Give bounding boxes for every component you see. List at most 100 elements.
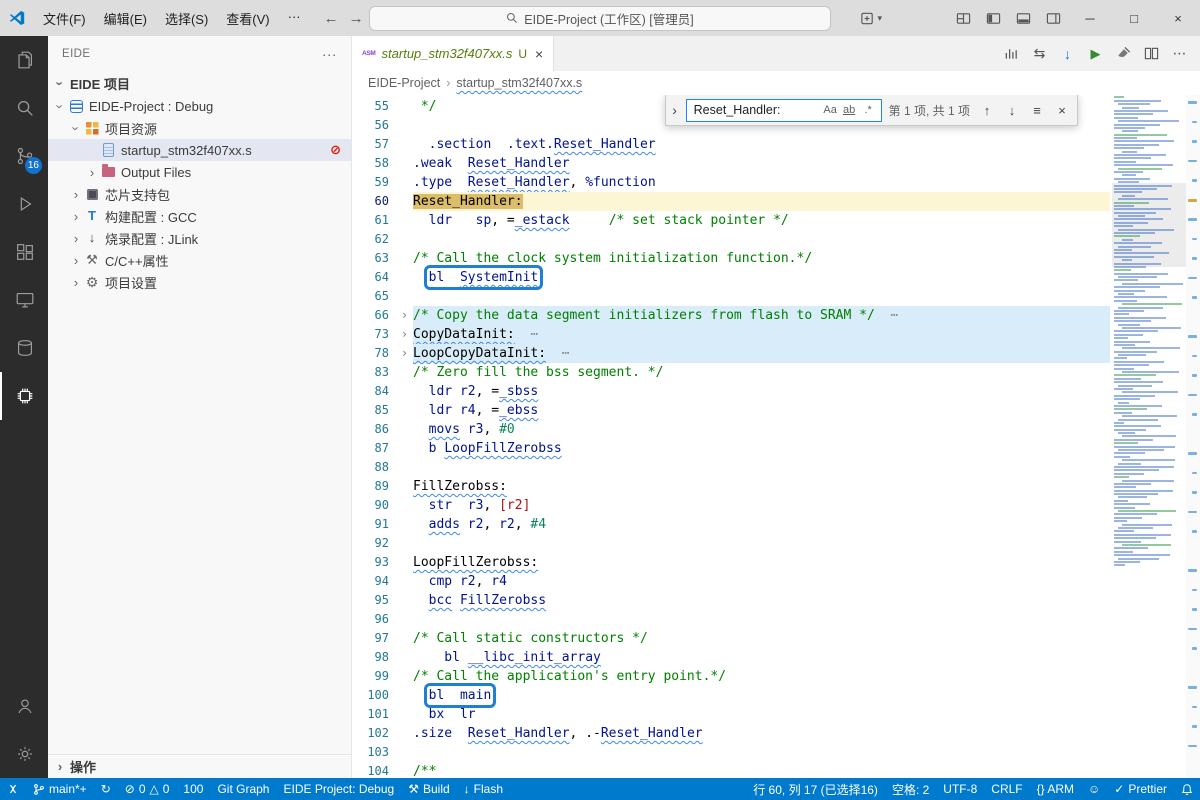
code-line-62[interactable]: 62 [352,230,1110,249]
status-problems[interactable]: ⊘0△0 [118,778,177,800]
status-encoding[interactable]: UTF-8 [936,778,984,800]
code-line-92[interactable]: 92 [352,534,1110,553]
status-cursor-position[interactable]: 行 60, 列 17 (已选择16) [746,778,885,800]
toggle-panel-icon[interactable] [1008,4,1038,32]
code-line-95[interactable]: 95 bcc FillZerobss [352,591,1110,610]
breadcrumb-file[interactable]: startup_stm32f407xx.s [456,76,582,90]
minimize-button[interactable]: ─ [1068,0,1112,36]
code-line-90[interactable]: 90 str r3, [r2] [352,496,1110,515]
find-next-icon[interactable]: ↓ [1002,100,1022,120]
code-line-58[interactable]: 58.weak Reset_Handler [352,154,1110,173]
tree-item--[interactable]: ›芯片支持包 [48,183,351,205]
code-line-100[interactable]: 100 bl main [352,686,1110,705]
code-line-96[interactable]: 96 [352,610,1110,629]
code-line-101[interactable]: 101 bx lr [352,705,1110,724]
status-prettier[interactable]: ✓Prettier [1107,778,1174,800]
status-flash[interactable]: ↓Flash [457,778,510,800]
status-git-graph[interactable]: Git Graph [210,778,276,800]
menu-item-0[interactable]: 文件(F) [34,5,95,32]
status-git-sync[interactable]: ↻ [94,778,118,800]
whole-word-icon[interactable]: ab [841,104,858,116]
flash-download-icon[interactable]: ↓ [1055,41,1080,66]
sidebar-section-actions[interactable]: › 操作 [48,754,351,778]
activitybar-search[interactable] [0,84,48,132]
status-status-100[interactable]: 100 [176,778,210,800]
code-line-78[interactable]: 78›LoopCopyDataInit: ⋯ [352,344,1110,363]
fold-indicator-icon[interactable]: › [396,306,413,325]
toggle-secondary-sidebar-icon[interactable] [1038,4,1068,32]
tree-item--gcc[interactable]: ›T构建配置 : GCC [48,205,351,227]
clean-icon[interactable] [1111,41,1136,66]
tree-item--[interactable]: ›⚙项目设置 [48,271,351,293]
regex-icon[interactable]: .* [860,104,877,116]
code-line-94[interactable]: 94 cmp r2, r4 [352,572,1110,591]
tree-item--[interactable]: ›项目资源 [48,117,351,139]
overview-ruler[interactable] [1186,95,1200,778]
status-notifications[interactable] [1174,778,1200,800]
tab-close-icon[interactable]: × [535,46,543,62]
activitybar-run-debug[interactable] [0,180,48,228]
status-remote[interactable] [0,778,26,800]
code-line-93[interactable]: 93LoopFillZerobss: [352,553,1110,572]
code-line-89[interactable]: 89FillZerobss: [352,477,1110,496]
tree-item-c-c-[interactable]: ›⚒C/C++属性 [48,249,351,271]
activitybar-settings[interactable] [0,730,48,778]
code-line-66[interactable]: 66›/* Copy the data segment initializers… [352,306,1110,325]
close-button[interactable]: × [1156,0,1200,36]
run-icon[interactable]: ▶ [1083,41,1108,66]
maximize-button[interactable]: □ [1112,0,1156,36]
breadcrumb-project[interactable]: EIDE-Project [368,76,440,90]
activitybar-extensions[interactable] [0,228,48,276]
toggle-replace-icon[interactable]: › [669,102,681,118]
code-line-102[interactable]: 102.size Reset_Handler, .-Reset_Handler [352,724,1110,743]
code-line-84[interactable]: 84 ldr r2, =_sbss [352,382,1110,401]
status-eol[interactable]: CRLF [984,778,1029,800]
code-line-83[interactable]: 83/* Zero fill the bss segment. */ [352,363,1110,382]
match-case-icon[interactable]: Aa [822,104,839,116]
code-line-99[interactable]: 99/* Call the application's entry point.… [352,667,1110,686]
nav-forward-icon[interactable]: → [349,10,364,27]
fold-indicator-icon[interactable]: › [396,344,413,363]
activitybar-eide[interactable] [0,372,48,420]
code-line-86[interactable]: 86 movs r3, #0 [352,420,1110,439]
code-line-104[interactable]: 104/** [352,762,1110,778]
find-input[interactable]: Reset_Handler: Aa ab .* [686,99,882,122]
activitybar-explorer[interactable] [0,36,48,84]
graph-config-icon[interactable] [999,41,1024,66]
activitybar-containers[interactable] [0,324,48,372]
tree-item-eide-project-debug[interactable]: ›EIDE-Project : Debug [48,95,351,117]
titlebar-extra-action[interactable]: ▾ [860,11,882,26]
code-line-97[interactable]: 97/* Call static constructors */ [352,629,1110,648]
more-actions-icon[interactable]: ⋯ [1167,41,1192,66]
status-build[interactable]: ⚒Build [401,778,456,800]
tree-item-output-files[interactable]: ›Output Files [48,161,351,183]
code-line-98[interactable]: 98 bl __libc_init_array [352,648,1110,667]
status-indentation[interactable]: 空格: 2 [885,778,936,800]
code-line-88[interactable]: 88 [352,458,1110,477]
minimap[interactable] [1112,95,1186,778]
code-line-91[interactable]: 91 adds r2, r2, #4 [352,515,1110,534]
sidebar-section-eide-project[interactable]: › EIDE 项目 [48,71,351,95]
activitybar-remote-explorer[interactable] [0,276,48,324]
activitybar-account[interactable] [0,682,48,730]
tab-startup-stm32f407xx[interactable]: ASM startup_stm32f407xx.s U × [352,36,554,71]
code-line-73[interactable]: 73›CopyDataInit: ⋯ [352,325,1110,344]
code-line-61[interactable]: 61 ldr sp, =_estack /* set stack pointer… [352,211,1110,230]
code-line-64[interactable]: 64 bl SystemInit [352,268,1110,287]
code-line-60[interactable]: 60Reset_Handler: [352,192,1110,211]
status-git-branch[interactable]: main*+ [26,778,94,800]
menu-item-2[interactable]: 选择(S) [156,5,217,32]
nav-back-icon[interactable]: ← [324,10,339,27]
code-line-63[interactable]: 63/* Call the clock system initializatio… [352,249,1110,268]
status-feedback[interactable]: ☺ [1081,778,1107,800]
code-line-57[interactable]: 57 .section .text.Reset_Handler [352,135,1110,154]
split-editor-icon[interactable] [1139,41,1164,66]
fold-indicator-icon[interactable]: › [396,325,413,344]
find-in-selection-icon[interactable]: ≡ [1027,100,1047,120]
status-eide-project[interactable]: EIDE Project: Debug [276,778,401,800]
status-language-mode[interactable]: {} ARM [1030,778,1081,800]
code-line-59[interactable]: 59.type Reset_Handler, %function [352,173,1110,192]
find-previous-icon[interactable]: ↑ [977,100,997,120]
find-close-icon[interactable]: × [1052,100,1072,120]
command-center-search[interactable]: EIDE-Project (工作区) [管理员] [369,6,831,31]
